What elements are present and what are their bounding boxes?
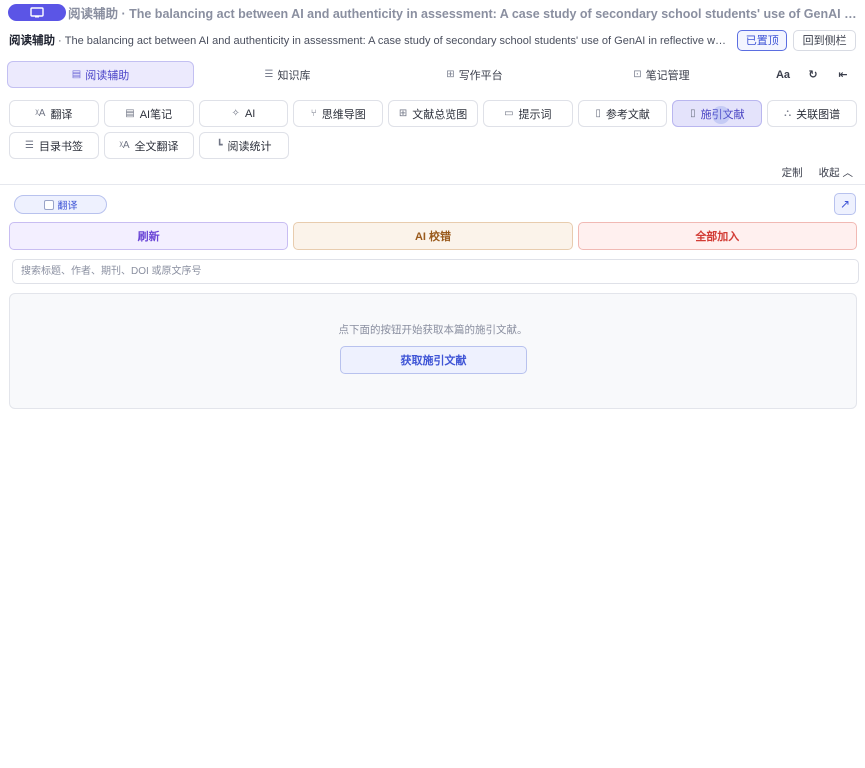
fetch-citing-button[interactable]: 获取施引文献	[340, 346, 527, 374]
chat-icon: ▭	[504, 108, 514, 119]
paper-title-text: · The balancing act between AI and authe…	[55, 35, 730, 47]
back-to-sidebar-button[interactable]: 回到侧栏	[793, 29, 857, 51]
refresh-icon[interactable]: ↻	[798, 61, 828, 88]
tool-full-translate[interactable]: ᵡA 全文翻译	[104, 132, 194, 159]
tool-reading-stats[interactable]: ┗ 阅读统计	[199, 132, 289, 159]
empty-state-text: 点下面的按钮开始获取本篇的施引文献。	[338, 324, 528, 336]
ai-check-button[interactable]: AI 校错	[293, 222, 573, 250]
citing-literature-panel: 点下面的按钮开始获取本篇的施引文献。 获取施引文献	[9, 293, 857, 409]
tool-label: AI笔记	[139, 108, 173, 121]
translate-toggle-label: 翻译	[57, 201, 78, 212]
tool-label: 关联图谱	[796, 108, 841, 121]
tool-label: 参考文献	[605, 108, 650, 121]
window-titlebar: 阅读辅助 · The balancing act between AI and …	[0, 0, 865, 24]
font-size-button[interactable]: Aa	[768, 61, 798, 88]
tool-ai[interactable]: ✧ AI	[198, 100, 289, 127]
mindmap-icon: ⑂	[310, 108, 317, 119]
grid-icon: ⊞	[398, 108, 408, 119]
tool-label: 文献总览图	[412, 108, 468, 121]
sparkle-icon: ✧	[231, 108, 240, 119]
tool-label: 提示词	[518, 108, 552, 121]
open-external-icon[interactable]: ↗	[834, 193, 856, 215]
translate-checkbox[interactable]	[43, 199, 54, 210]
panel-header: 阅读辅助 · The balancing act between AI and …	[0, 28, 865, 52]
tab-label: 写作平台	[458, 69, 503, 82]
tool-label: 思维导图	[321, 108, 366, 121]
translate-toggle[interactable]: 翻译	[14, 195, 107, 214]
add-all-button[interactable]: 全部加入	[577, 222, 857, 250]
list-icon: ☰	[25, 140, 34, 151]
folder-icon: ⊡	[633, 69, 642, 80]
document-icon: ▯	[595, 108, 601, 119]
translate-icon: ᵡA	[119, 140, 130, 151]
panel-label: 阅读辅助	[9, 35, 55, 47]
translate-icon: ᵡA	[35, 108, 46, 119]
collapse-label: 收起	[818, 166, 840, 179]
tool-label: 阅读统计	[227, 140, 272, 153]
refresh-button[interactable]: 刷新	[9, 222, 289, 250]
tool-literature-overview[interactable]: ⊞ 文献总览图	[388, 100, 478, 127]
pinned-button[interactable]: 已置顶	[737, 29, 788, 51]
database-icon: ☰	[264, 69, 274, 80]
network-icon: ⛬	[784, 108, 792, 119]
tool-label: 翻译	[50, 108, 73, 121]
action-row: 刷新 AI 校错 全部加入	[9, 222, 857, 250]
tool-references[interactable]: ▯ 参考文献	[577, 100, 668, 127]
tab-label: 知识库	[277, 69, 311, 82]
search-input[interactable]	[12, 259, 859, 284]
customize-button[interactable]: 定制	[782, 165, 803, 180]
tool-label: 目录书签	[38, 140, 83, 153]
tool-label: AI	[244, 107, 256, 120]
divider	[0, 184, 865, 185]
document-icon: ▯	[690, 108, 696, 119]
tool-grid: ᵡA 翻译 ▤ AI笔记 ✧ AI ⑂ 思维导图 ⊞ 文献总览图 ▭ 提示词 ▯ 参考文献 ▯…	[9, 100, 858, 164]
chevron-up-icon: ︿	[839, 166, 853, 179]
tool-mindmap[interactable]: ⑂ 思维导图	[293, 100, 384, 127]
tool-relation-graph[interactable]: ⛬ 关联图谱	[767, 100, 858, 127]
window-title: 阅读辅助 · The balancing act between AI and …	[68, 6, 858, 21]
tool-prompts[interactable]: ▭ 提示词	[482, 100, 573, 127]
window-menu-button[interactable]	[8, 3, 66, 21]
tab-knowledge-base[interactable]: ☰ 知识库	[194, 61, 381, 88]
screen-icon	[30, 6, 44, 18]
document-icon: ▤	[71, 69, 82, 80]
nav-tools: Aa ↻ ⇤	[768, 61, 858, 88]
tab-label: 阅读辅助	[85, 69, 130, 82]
tool-toc-bookmarks[interactable]: ☰ 目录书签	[9, 132, 99, 159]
toolbar-controls: 定制 收起 ︿	[0, 164, 865, 180]
tool-label: 全文翻译	[134, 140, 179, 153]
grid-icon: ⊞	[446, 69, 455, 80]
tool-translate[interactable]: ᵡA 翻译	[9, 100, 99, 127]
tab-reading-assist[interactable]: ▤ 阅读辅助	[7, 61, 194, 88]
tool-ai-notes[interactable]: ▤ AI笔记	[103, 100, 194, 127]
tool-row: ☰ 目录书签 ᵡA 全文翻译 ┗ 阅读统计	[9, 132, 857, 159]
main-nav: ▤ 阅读辅助 ☰ 知识库 ⊞ 写作平台 ⊡ 笔记管理 Aa ↻ ⇤	[7, 61, 858, 88]
collapse-button[interactable]: 收起 ︿	[819, 165, 853, 180]
mouse-cursor-highlight	[712, 106, 730, 124]
tab-note-management[interactable]: ⊡ 笔记管理	[568, 61, 755, 88]
paper-title: 阅读辅助 · The balancing act between AI and …	[9, 32, 729, 48]
tab-label: 笔记管理	[645, 69, 690, 82]
note-icon: ▤	[125, 108, 135, 119]
bar-chart-icon: ┗	[216, 140, 223, 151]
collapse-left-icon[interactable]: ⇤	[828, 61, 858, 88]
tab-writing-platform[interactable]: ⊞ 写作平台	[381, 61, 568, 88]
